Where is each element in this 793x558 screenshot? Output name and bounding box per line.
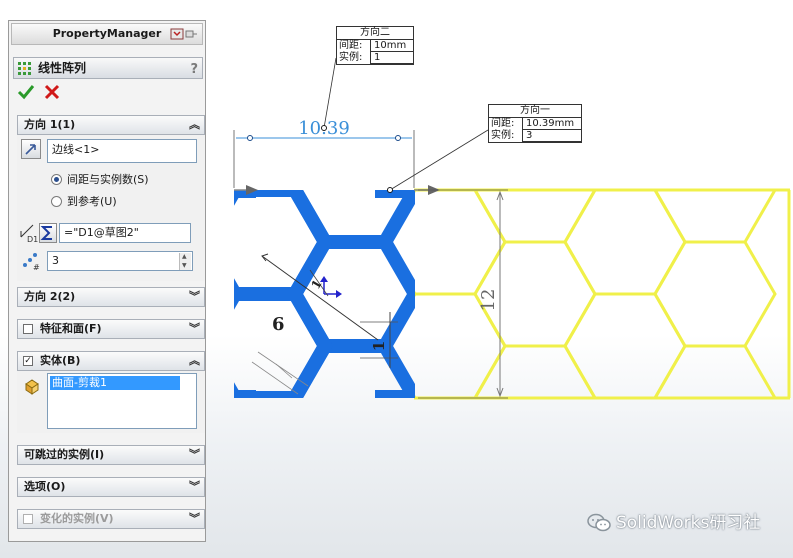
wechat-icon bbox=[587, 513, 611, 532]
preview-hex bbox=[563, 292, 687, 398]
spinner-arrows-icon[interactable] bbox=[179, 252, 191, 270]
direction1-group-body: 边线<1> 间距与实例数(S) 到参考(U) D1 ="D1@草图2" # 3 bbox=[17, 135, 205, 281]
graphics-viewport[interactable]: 10.39 12 6 1 bbox=[210, 0, 793, 558]
seed-hex bbox=[234, 190, 334, 301]
callout-direction2[interactable]: 方向二 间距: 10mm 实例: 1 bbox=[336, 26, 414, 65]
preview-hex bbox=[653, 240, 777, 348]
callout-dir2-title: 方向二 bbox=[337, 27, 413, 40]
bodies-header-label: 实体(B) bbox=[40, 354, 81, 367]
chevron-down-icon[interactable]: ︾ bbox=[189, 320, 200, 338]
solid-body-icon bbox=[25, 379, 39, 395]
options-header-label: 选项(O) bbox=[24, 480, 66, 493]
side-dimension-text[interactable]: 6 bbox=[272, 314, 285, 335]
callout-dir2-instances-value[interactable]: 1 bbox=[371, 52, 413, 64]
pattern-preview-instances bbox=[414, 190, 777, 398]
bodies-list-item[interactable]: 曲面-剪裁1 bbox=[50, 376, 180, 390]
spacing-d1-icon: D1 bbox=[20, 224, 38, 243]
callout-dir2-instances-key: 实例: bbox=[337, 52, 371, 64]
seed-body[interactable] bbox=[210, 138, 415, 450]
property-manager-title: PropertyManager bbox=[11, 23, 203, 45]
instances-icon: # bbox=[23, 253, 40, 271]
bodies-listbox[interactable]: 曲面-剪裁1 bbox=[47, 373, 197, 429]
callout-dir2-anchor bbox=[321, 125, 327, 131]
spacing-d1-label: D1 bbox=[27, 235, 38, 243]
feature-header: 线性阵列 ? bbox=[13, 57, 203, 79]
instances-hash-label: # bbox=[33, 263, 40, 271]
cancel-x-icon[interactable] bbox=[43, 83, 61, 101]
radio-spacing-instances[interactable]: 间距与实例数(S) bbox=[51, 173, 149, 187]
watermark-text: SolidWorks研习社 bbox=[616, 513, 761, 533]
skip-instances-group-header[interactable]: 可跳过的实例(I) ︾ bbox=[17, 445, 205, 465]
callout-dir1-spacing-key: 间距: bbox=[489, 118, 523, 130]
callout-dir1-instances-key: 实例: bbox=[489, 130, 523, 142]
preview-hex bbox=[563, 190, 687, 296]
varying-instances-header-label: 变化的实例(V) bbox=[40, 512, 114, 525]
direction1-header-label: 方向 1(1) bbox=[24, 118, 76, 131]
chevron-down-icon[interactable]: ︾ bbox=[189, 510, 200, 528]
chevron-up-icon[interactable]: ︽ bbox=[189, 352, 200, 370]
bodies-checkbox[interactable]: ✓ bbox=[23, 356, 33, 366]
seed-hex bbox=[234, 287, 334, 398]
radio-spacing-label: 间距与实例数(S) bbox=[67, 173, 149, 186]
bodies-group-header[interactable]: ✓ 实体(B) ︽ bbox=[17, 351, 205, 371]
feature-name: 线性阵列 bbox=[38, 61, 87, 75]
instances-value: 3 bbox=[52, 254, 59, 267]
varying-instances-checkbox[interactable] bbox=[23, 514, 33, 524]
callout-dir1-anchor bbox=[387, 187, 393, 193]
spacing-equation-field[interactable]: ="D1@草图2" bbox=[59, 223, 191, 243]
property-manager-title-text: PropertyManager bbox=[52, 27, 162, 40]
chevron-down-icon[interactable]: ︾ bbox=[189, 446, 200, 464]
callout-dir2-spacing-value[interactable]: 10mm bbox=[371, 40, 413, 52]
direction1-group-header[interactable]: 方向 1(1) ︽ bbox=[17, 115, 205, 135]
features-faces-group-header[interactable]: 特征和面(F) ︾ bbox=[17, 319, 205, 339]
features-faces-checkbox[interactable] bbox=[23, 324, 33, 334]
watermark: SolidWorks研习社 bbox=[582, 510, 787, 536]
radio-dot[interactable] bbox=[51, 196, 62, 207]
chevron-up-icon[interactable]: ︽ bbox=[189, 116, 200, 134]
pin-icon[interactable] bbox=[170, 28, 198, 40]
model-canvas[interactable]: 10.39 12 6 1 bbox=[210, 0, 793, 558]
callout-dir1-title: 方向一 bbox=[489, 105, 581, 118]
linear-pattern-icon bbox=[18, 62, 31, 75]
skip-instances-header-label: 可跳过的实例(I) bbox=[24, 448, 105, 461]
property-manager-panel: PropertyManager 线性阵列 ? 方向 1(1) ︽ 边线<1> 间… bbox=[8, 20, 206, 542]
direction2-group-header[interactable]: 方向 2(2) ︾ bbox=[17, 287, 205, 307]
radio-reference-label: 到参考(U) bbox=[67, 195, 117, 208]
radio-up-to-reference[interactable]: 到参考(U) bbox=[51, 195, 117, 209]
height-dimension-text[interactable]: 12 bbox=[478, 289, 499, 312]
direction1-edge-field[interactable]: 边线<1> bbox=[47, 139, 197, 163]
instances-spinbox[interactable]: 3 bbox=[47, 251, 193, 271]
ok-check-icon[interactable] bbox=[17, 83, 35, 101]
callout-dir1-spacing-value[interactable]: 10.39mm bbox=[523, 118, 581, 130]
direction-arrow-icon[interactable] bbox=[21, 139, 41, 159]
callout-dir2-spacing-key: 间距: bbox=[337, 40, 371, 52]
chevron-down-icon[interactable]: ︾ bbox=[189, 478, 200, 496]
options-group-header[interactable]: 选项(O) ︾ bbox=[17, 477, 205, 497]
chevron-down-icon[interactable]: ︾ bbox=[189, 288, 200, 306]
sigma-equation-icon[interactable] bbox=[39, 223, 57, 243]
features-faces-header-label: 特征和面(F) bbox=[40, 322, 102, 335]
bodies-group-body: 曲面-剪裁1 bbox=[17, 371, 205, 433]
direction2-header-label: 方向 2(2) bbox=[24, 290, 76, 303]
help-button[interactable]: ? bbox=[190, 60, 198, 80]
callout-direction1[interactable]: 方向一 间距: 10.39mm 实例: 3 bbox=[488, 104, 582, 143]
callout-dir1-instances-value[interactable]: 3 bbox=[523, 130, 581, 142]
thickness-dimension-text[interactable]: 1 bbox=[370, 341, 388, 351]
radio-dot-selected[interactable] bbox=[51, 174, 62, 185]
callout-dir1-leader bbox=[389, 129, 489, 191]
varying-instances-group-header[interactable]: 变化的实例(V) ︾ bbox=[17, 509, 205, 529]
